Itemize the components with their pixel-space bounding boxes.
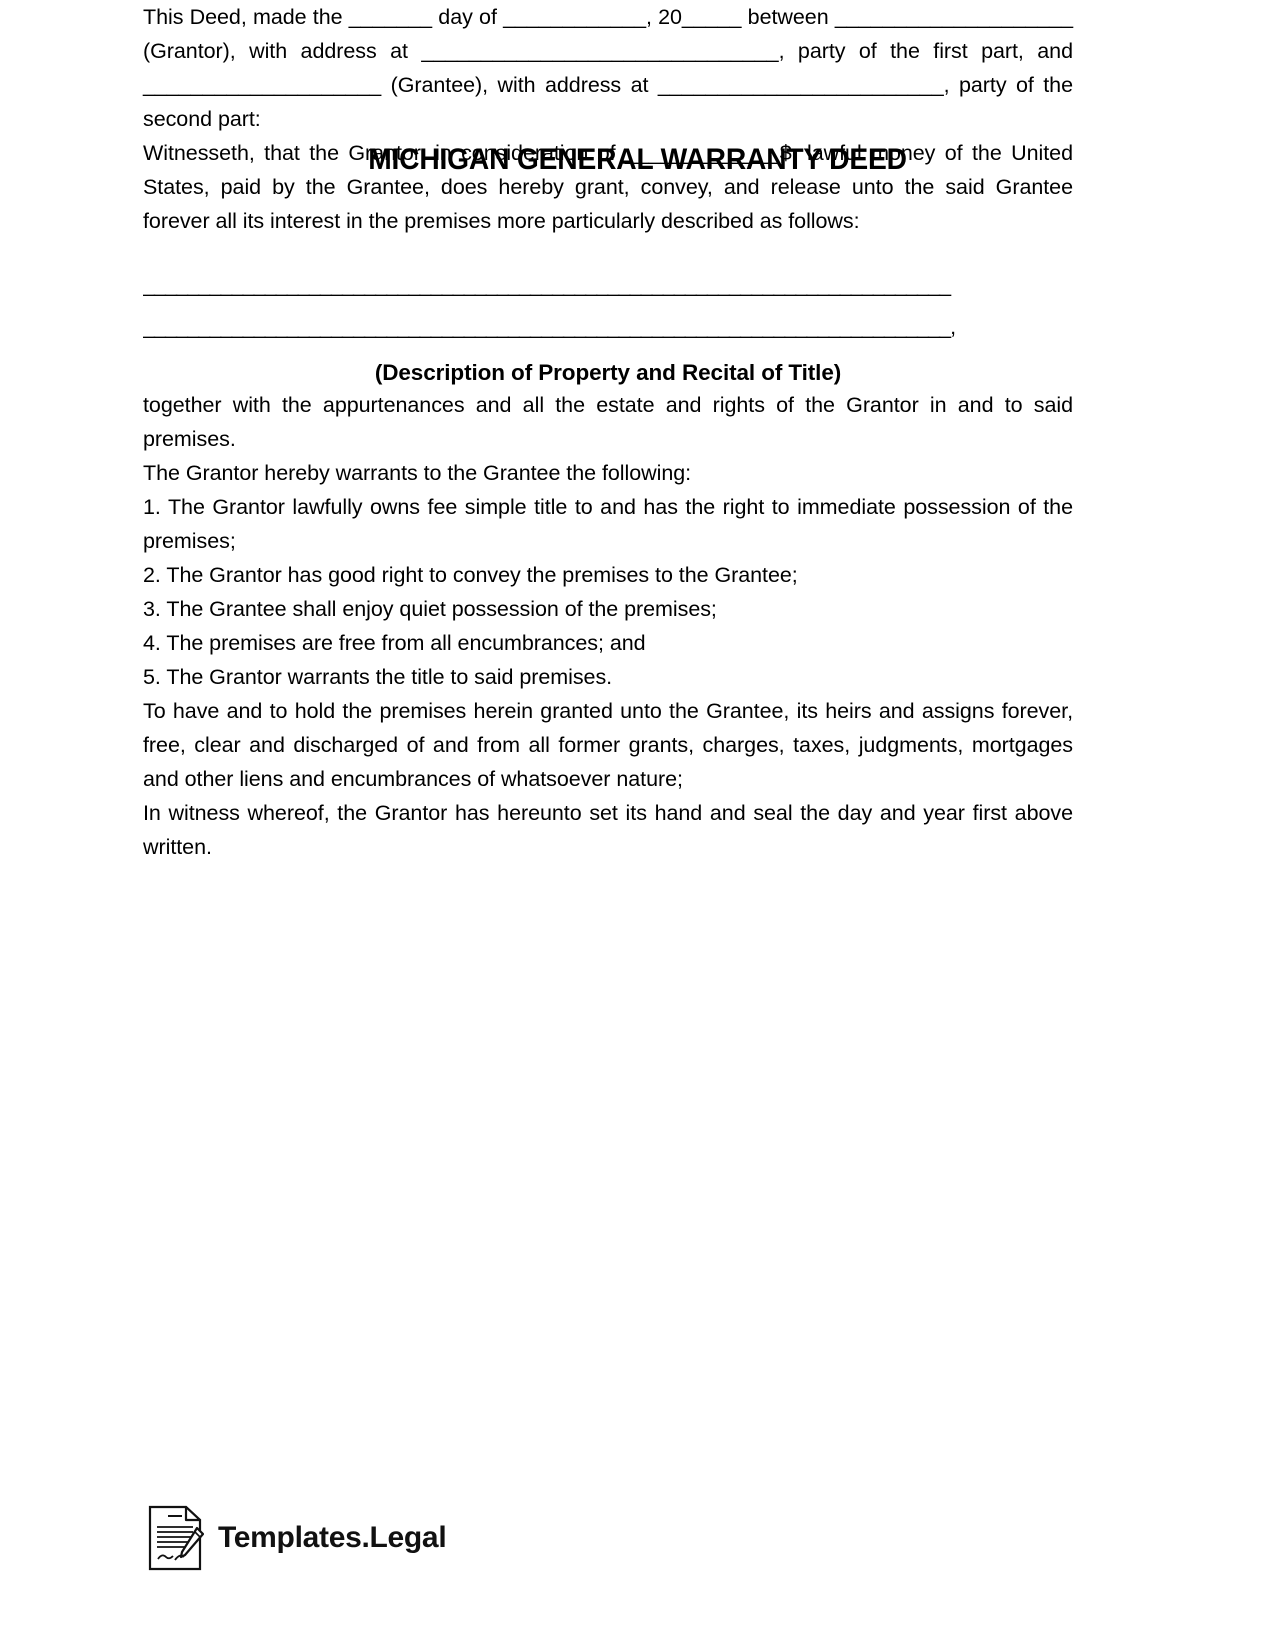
witnesseth-paragraph: Witnesseth, that the Grantor, in conside… — [143, 141, 1073, 233]
warranty-item-2: 2. The Grantor has good right to convey … — [143, 563, 798, 587]
footer-branding: Templates.Legal — [148, 1505, 447, 1571]
brand-wordmark: Templates.Legal — [218, 1521, 447, 1554]
intro-paragraph: This Deed, made the _______ day of _____… — [143, 5, 1073, 131]
appurtenances-paragraph: together with the appurtenances and all … — [143, 393, 1073, 451]
warranty-item-4: 4. The premises are free from all encumb… — [143, 631, 646, 655]
description-blank-line-1: ________________________________________… — [143, 273, 951, 297]
document-with-pen-icon — [148, 1505, 204, 1571]
property-description-blank-lines: ________________________________________… — [143, 268, 1073, 344]
warrants-intro-paragraph: The Grantor hereby warrants to the Grant… — [143, 461, 692, 485]
in-witness-whereof-paragraph: In witness whereof, the Grantor has here… — [143, 801, 1073, 859]
warranty-item-5: 5. The Grantor warrants the title to sai… — [143, 665, 613, 689]
description-blank-line-2: ________________________________________… — [143, 315, 956, 339]
warranty-item-1: 1. The Grantor lawfully owns fee simple … — [143, 495, 1073, 553]
document-body: This Deed, made the _______ day of _____… — [143, 0, 1073, 864]
document-page: MICHIGAN GENERAL WARRANTY DEED This Deed… — [0, 0, 1275, 1650]
description-of-property-heading: (Description of Property and Recital of … — [374, 360, 842, 385]
to-have-and-to-hold-paragraph: To have and to hold the premises herein … — [143, 699, 1073, 791]
warranty-item-3: 3. The Grantee shall enjoy quiet possess… — [143, 597, 717, 621]
